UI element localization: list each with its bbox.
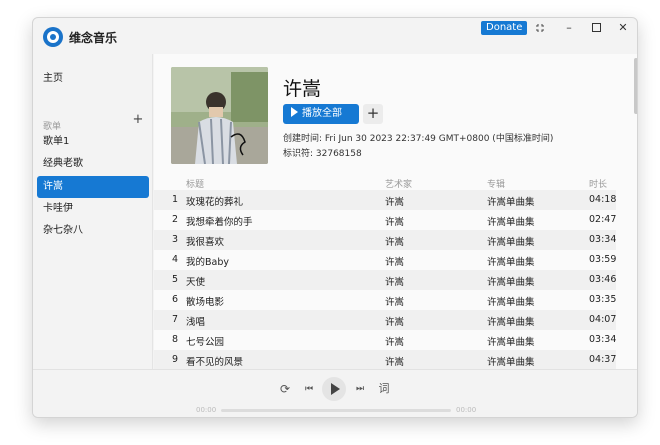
track-artist: 许嵩 <box>385 297 405 308</box>
play-icon <box>291 107 298 117</box>
track-number: 3 <box>172 234 179 245</box>
track-number: 9 <box>172 354 179 365</box>
track-artist: 许嵩 <box>385 217 405 228</box>
track-album: 许嵩单曲集 <box>487 297 535 308</box>
track-title: 天使 <box>186 277 206 288</box>
total-time: 00:00 <box>456 406 477 414</box>
sidebar-item-playlist-active[interactable]: 许嵩 <box>37 176 149 198</box>
track-title: 看不见的风景 <box>186 357 244 368</box>
maximize-button[interactable] <box>584 20 608 36</box>
playlist-title: 许嵩 <box>283 78 322 100</box>
table-row[interactable]: 1 玫瑰花的葬礼 许嵩 许嵩单曲集 04:18 <box>154 190 616 210</box>
sidebar-item-playlist[interactable]: 歌单1 <box>37 131 149 153</box>
table-row[interactable]: 7 浅唱 许嵩 许嵩单曲集 04:07 <box>154 310 616 330</box>
track-artist: 许嵩 <box>385 317 405 328</box>
track-album: 许嵩单曲集 <box>487 337 535 348</box>
track-title: 七号公园 <box>186 337 225 348</box>
play-pause-button[interactable] <box>322 377 346 401</box>
track-artist: 许嵩 <box>385 357 405 368</box>
track-album: 许嵩单曲集 <box>487 317 535 328</box>
next-track-icon[interactable]: ⏭ <box>351 380 369 398</box>
table-header: 标题 艺术家 专辑 时长 <box>154 174 624 191</box>
playlist-cover-image <box>171 67 268 164</box>
progress-bar[interactable] <box>221 409 451 412</box>
table-row[interactable]: 6 散场电影 许嵩 许嵩单曲集 03:35 <box>154 290 616 310</box>
track-title: 散场电影 <box>186 297 225 308</box>
track-album: 许嵩单曲集 <box>487 257 535 268</box>
picture-in-picture-icon[interactable] <box>528 20 552 36</box>
table-row[interactable]: 4 我的Baby 许嵩 许嵩单曲集 03:59 <box>154 250 616 270</box>
playlist-identifier: 标识符: 32768158 <box>283 149 362 159</box>
track-duration: 04:18 <box>589 194 617 205</box>
track-number: 6 <box>172 294 179 305</box>
column-header-album[interactable]: 专辑 <box>487 177 505 190</box>
app-window: 维念音乐 Donate – ✕ 主页 歌单 + 歌单1 经典老歌 许嵩 卡哇伊 … <box>32 17 638 418</box>
play-all-button[interactable]: 播放全部 <box>283 104 359 124</box>
track-title: 我的Baby <box>186 257 229 268</box>
track-album: 许嵩单曲集 <box>487 217 535 228</box>
sidebar-item-home[interactable]: 主页 <box>37 68 149 90</box>
track-duration: 03:59 <box>589 254 617 265</box>
track-duration: 03:34 <box>589 234 617 245</box>
current-time: 00:00 <box>196 406 217 414</box>
track-artist: 许嵩 <box>385 337 405 348</box>
sidebar-item-playlist[interactable]: 杂七杂八 <box>37 220 149 242</box>
created-time: 创建时间: Fri Jun 30 2023 22:37:49 GMT+0800 … <box>283 134 554 144</box>
add-playlist-button[interactable]: + <box>131 113 145 127</box>
player-bar: ⟳ ⏮ ⏭ 词 00:00 00:00 <box>33 369 637 417</box>
sidebar: 主页 歌单 + 歌单1 经典老歌 许嵩 卡哇伊 杂七杂八 <box>33 54 153 369</box>
track-album: 许嵩单曲集 <box>487 237 535 248</box>
minimize-button[interactable]: – <box>557 20 581 36</box>
close-button[interactable]: ✕ <box>611 20 635 36</box>
column-header-duration[interactable]: 时长 <box>589 177 607 190</box>
scrollbar[interactable] <box>634 58 637 114</box>
track-artist: 许嵩 <box>385 277 405 288</box>
app-logo-icon <box>43 27 63 47</box>
track-number: 1 <box>172 194 179 205</box>
track-duration: 04:07 <box>589 314 617 325</box>
previous-track-icon[interactable]: ⏮ <box>300 380 318 398</box>
track-title: 我很喜欢 <box>186 237 225 248</box>
column-header-artist[interactable]: 艺术家 <box>385 177 412 190</box>
track-artist: 许嵩 <box>385 197 405 208</box>
sidebar-item-playlist[interactable]: 经典老歌 <box>37 153 149 175</box>
track-duration: 03:35 <box>589 294 617 305</box>
track-title: 浅唱 <box>186 317 206 328</box>
add-to-button[interactable]: + <box>363 104 383 124</box>
track-title: 玫瑰花的葬礼 <box>186 197 244 208</box>
track-duration: 03:46 <box>589 274 617 285</box>
table-row[interactable]: 5 天使 许嵩 许嵩单曲集 03:46 <box>154 270 616 290</box>
sidebar-item-playlist[interactable]: 卡哇伊 <box>37 198 149 220</box>
table-row[interactable]: 8 七号公园 许嵩 许嵩单曲集 03:34 <box>154 330 616 350</box>
track-number: 5 <box>172 274 179 285</box>
track-number: 4 <box>172 254 179 265</box>
track-title: 我想牵着你的手 <box>186 217 253 228</box>
title-bar: 维念音乐 Donate – ✕ <box>33 18 637 54</box>
app-title: 维念音乐 <box>69 31 118 45</box>
track-album: 许嵩单曲集 <box>487 197 535 208</box>
table-row[interactable]: 3 我很喜欢 许嵩 许嵩单曲集 03:34 <box>154 230 616 250</box>
lyrics-button[interactable]: 词 <box>375 380 393 398</box>
track-album: 许嵩单曲集 <box>487 357 535 368</box>
track-album: 许嵩单曲集 <box>487 277 535 288</box>
track-artist: 许嵩 <box>385 257 405 268</box>
track-artist: 许嵩 <box>385 237 405 248</box>
track-number: 2 <box>172 214 179 225</box>
repeat-icon[interactable]: ⟳ <box>276 380 294 398</box>
track-duration: 04:37 <box>589 354 617 365</box>
play-all-label: 播放全部 <box>302 108 342 119</box>
track-duration: 03:34 <box>589 334 617 345</box>
track-number: 7 <box>172 314 179 325</box>
donate-button[interactable]: Donate <box>481 21 528 35</box>
column-header-title[interactable]: 标题 <box>186 177 204 190</box>
table-row[interactable]: 9 看不见的风景 许嵩 许嵩单曲集 04:37 <box>154 350 616 369</box>
track-duration: 02:47 <box>589 214 617 225</box>
track-number: 8 <box>172 334 179 345</box>
table-row[interactable]: 2 我想牵着你的手 许嵩 许嵩单曲集 02:47 <box>154 210 616 230</box>
playlist-view: 许嵩 播放全部 + 创建时间: Fri Jun 30 2023 22:37:49… <box>154 54 637 369</box>
